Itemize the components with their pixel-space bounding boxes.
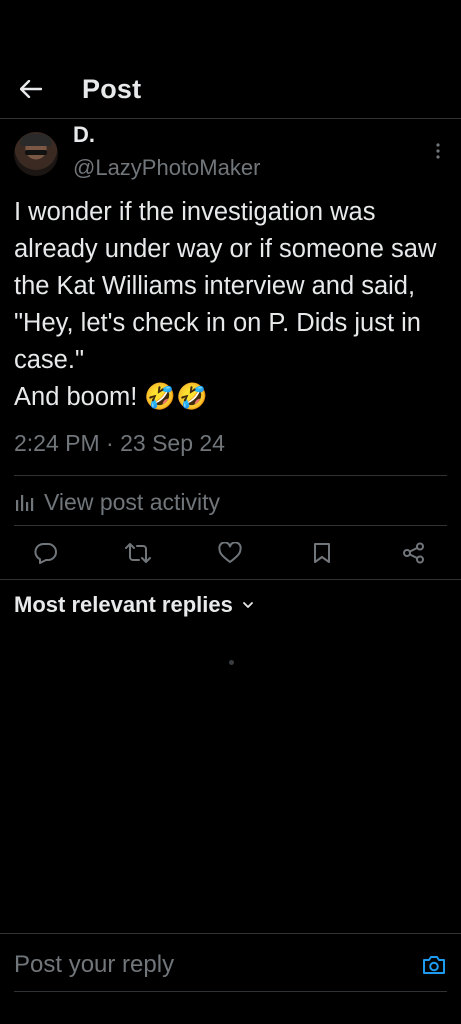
post-detail-screen: Post D. @LazyPhotoMaker I wonder if the … — [0, 0, 461, 1024]
view-post-activity-label: View post activity — [44, 488, 220, 515]
reply-button[interactable] — [32, 539, 60, 567]
divider — [14, 991, 447, 992]
back-button[interactable] — [14, 74, 48, 104]
analytics-icon — [16, 495, 34, 511]
reply-input[interactable] — [14, 948, 394, 982]
camera-icon — [423, 956, 445, 974]
divider — [14, 525, 447, 526]
avatar[interactable] — [14, 132, 58, 176]
top-app-bar: Post — [0, 60, 461, 118]
chevron-down-icon — [242, 602, 253, 608]
author-handle[interactable]: @LazyPhotoMaker — [73, 155, 260, 181]
arrow-left-icon — [20, 80, 42, 98]
share-button[interactable] — [400, 539, 428, 567]
post-timestamp[interactable]: 2:24 PM · 23 Sep 24 — [14, 430, 225, 457]
view-post-activity-link[interactable]: View post activity — [14, 486, 220, 518]
replies-sort-label: Most relevant replies — [14, 592, 233, 617]
bookmark-button[interactable] — [308, 539, 336, 567]
repost-button[interactable] — [124, 539, 152, 567]
reply-composer — [0, 934, 461, 994]
like-button[interactable] — [216, 539, 244, 567]
replies-sort-dropdown[interactable]: Most relevant replies — [14, 592, 255, 618]
loading-indicator — [229, 660, 234, 665]
camera-button[interactable] — [420, 952, 448, 978]
share-icon — [403, 542, 424, 564]
post-text: I wonder if the investigation was alread… — [14, 198, 437, 411]
more-vertical-icon — [436, 143, 440, 159]
bookmark-icon — [314, 543, 330, 563]
page-title: Post — [82, 74, 142, 104]
header-divider — [0, 118, 461, 119]
reply-icon — [34, 543, 57, 564]
author-name[interactable]: D. — [73, 122, 95, 148]
divider — [0, 579, 461, 580]
more-options-button[interactable] — [430, 140, 446, 162]
repost-icon — [125, 543, 151, 563]
like-icon — [218, 542, 242, 563]
divider — [14, 475, 447, 476]
post-actions-bar — [0, 533, 461, 573]
